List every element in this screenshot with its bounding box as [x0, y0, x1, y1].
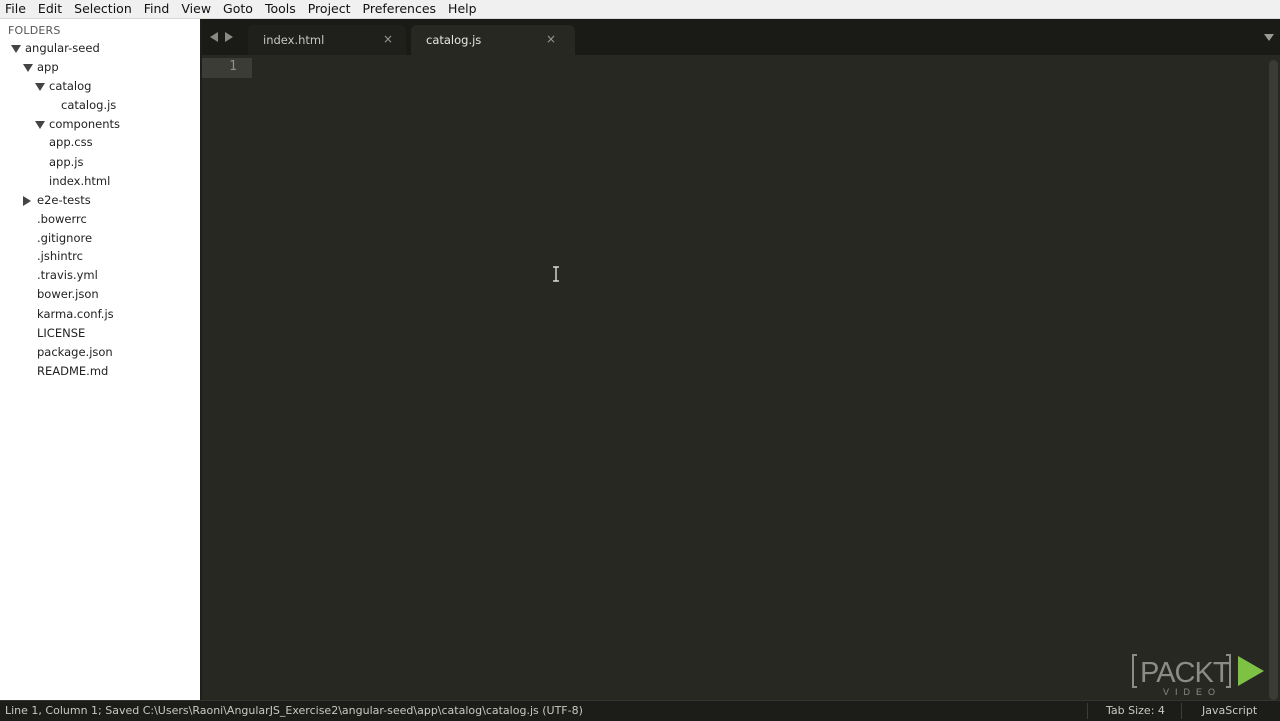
tree-label: e2e-tests [37, 193, 91, 207]
tree-label: app [37, 60, 59, 74]
status-bar: Line 1, Column 1; Saved C:\Users\Raoni\A… [0, 700, 1280, 721]
status-message: Line 1, Column 1; Saved C:\Users\Raoni\A… [5, 704, 583, 717]
tree-label: package.json [37, 345, 113, 359]
text-cursor-icon [553, 266, 559, 282]
menu-preferences[interactable]: Preferences [357, 0, 443, 18]
tree-label: LICENSE [37, 326, 86, 340]
chevron-down-icon[interactable] [23, 58, 33, 77]
tree-label: angular-seed [25, 41, 100, 55]
sidebar: FOLDERS angular-seed app catalog catalog… [0, 19, 202, 700]
tree-label: index.html [49, 174, 111, 188]
tree-label: .gitignore [37, 231, 93, 245]
tree-label: .travis.yml [37, 268, 98, 282]
line-number: 1 [229, 59, 237, 74]
menu-edit[interactable]: Edit [32, 0, 68, 18]
menu-file[interactable]: File [0, 0, 32, 18]
svg-text:PACKT: PACKT [1140, 657, 1231, 689]
chevron-down-icon[interactable] [35, 77, 45, 96]
menu-view[interactable]: View [175, 0, 217, 18]
tree-label: app.js [49, 155, 84, 169]
chevron-down-icon[interactable] [35, 115, 45, 134]
tree-label: app.css [49, 135, 93, 149]
tree-label: catalog [49, 79, 92, 93]
svg-text:VIDEO: VIDEO [1163, 687, 1221, 697]
menu-help[interactable]: Help [442, 0, 483, 18]
arrow-left-icon[interactable] [210, 32, 218, 42]
menu-selection[interactable]: Selection [68, 0, 138, 18]
packt-video-logo: PACKT VIDEO [1130, 652, 1270, 698]
tab-catalog-js[interactable]: catalog.js × [411, 25, 575, 55]
tab-label: index.html [263, 33, 325, 47]
tab-label: catalog.js [426, 33, 482, 47]
sidebar-header: FOLDERS [8, 24, 61, 37]
tab-bar: index.html × catalog.js × [202, 19, 1280, 55]
tree-label: bower.json [37, 287, 99, 301]
scrollbar[interactable] [1269, 60, 1278, 700]
tree-label: .jshintrc [37, 249, 83, 263]
chevron-right-icon[interactable] [22, 191, 32, 210]
tree-label: .bowerrc [37, 212, 87, 226]
arrow-right-icon[interactable] [225, 32, 233, 42]
chevron-down-icon[interactable] [11, 39, 21, 58]
menu-bar: File Edit Selection Find View Goto Tools… [0, 0, 1280, 19]
close-icon[interactable]: × [546, 32, 556, 46]
close-icon[interactable]: × [383, 32, 393, 46]
syntax-selector[interactable]: JavaScript [1202, 701, 1257, 721]
menu-find[interactable]: Find [138, 0, 176, 18]
current-line-gutter: 1 [202, 58, 252, 78]
tree-label: karma.conf.js [37, 307, 114, 321]
status-divider [1087, 703, 1088, 719]
tree-label: components [49, 117, 121, 131]
tab-overflow-icon[interactable] [1264, 34, 1274, 41]
tree-label: catalog.js [61, 98, 117, 112]
menu-project[interactable]: Project [302, 0, 357, 18]
tree-label: README.md [37, 364, 109, 378]
status-divider [1181, 703, 1182, 719]
menu-tools[interactable]: Tools [259, 0, 302, 18]
tab-size-indicator[interactable]: Tab Size: 4 [1106, 701, 1165, 721]
menu-goto[interactable]: Goto [217, 0, 259, 18]
editor-area[interactable]: 1 [202, 55, 1280, 700]
tab-navigation [210, 32, 233, 42]
tab-index-html[interactable]: index.html × [248, 25, 406, 55]
